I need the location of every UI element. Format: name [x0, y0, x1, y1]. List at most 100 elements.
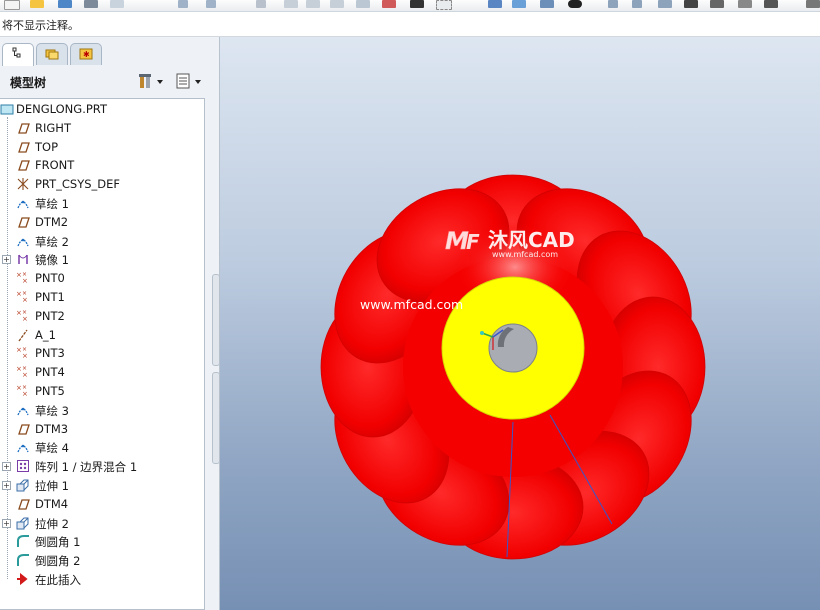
tree-show-button[interactable] [174, 71, 204, 91]
tree-item[interactable]: × × × PNT4 [0, 363, 204, 381]
find-icon[interactable] [410, 0, 424, 8]
tree-item[interactable]: PRT_CSYS_DEF [0, 175, 204, 193]
main-toolbar [0, 0, 820, 12]
saved-views-icon[interactable] [684, 0, 698, 8]
part-icon [0, 104, 14, 115]
tree-item[interactable]: + 拉伸 2 [0, 514, 204, 532]
svg-text:×: × [22, 346, 27, 353]
favorites-tab[interactable]: ✱ [70, 43, 102, 65]
window-icon[interactable] [488, 0, 502, 8]
tree-item[interactable]: TOP [0, 138, 204, 156]
shading-icon[interactable] [568, 0, 582, 8]
tree-item[interactable]: 倒圆角 2 [0, 551, 204, 569]
send-mail-icon[interactable] [110, 0, 124, 8]
cut-icon[interactable] [256, 0, 266, 8]
round-icon [17, 554, 29, 567]
paste-icon[interactable] [306, 0, 320, 8]
panel-splitter-grip[interactable] [212, 372, 220, 464]
watermark-url-small: www.mfcad.com [492, 250, 558, 259]
tree-item[interactable]: DTM2 [0, 213, 204, 231]
model-tree[interactable]: DENGLONG.PRT RIGHT TOP FRONT PRT_CSYS_DEF 草绘 … [0, 98, 205, 610]
model-tree-icon [12, 47, 21, 58]
mirror-icon [18, 255, 28, 265]
model-display-icon[interactable] [764, 0, 778, 8]
svg-text:×: × [16, 309, 22, 317]
svg-text:×: × [22, 271, 27, 278]
tree-item-label: DTM4 [35, 496, 69, 511]
tree-item[interactable]: × × × PNT3 [0, 344, 204, 362]
copy-icon[interactable] [284, 0, 298, 8]
tree-item[interactable]: DTM4 [0, 495, 204, 513]
cap-hole [488, 323, 538, 373]
redo-icon[interactable] [206, 0, 216, 8]
sketch-icon [17, 200, 29, 209]
save-icon[interactable] [58, 0, 72, 8]
edit-icon[interactable] [806, 0, 820, 8]
expand-icon[interactable]: + [2, 255, 11, 265]
tree-item[interactable]: + 镜像 1 [0, 250, 204, 268]
tree-item[interactable]: 草绘 2 [0, 232, 204, 250]
tree-header: 模型树 [0, 66, 219, 96]
tree-item-label: PNT3 [35, 346, 65, 361]
model-tree-tab[interactable] [2, 43, 34, 66]
tree-item[interactable]: 倒圆角 1 [0, 532, 204, 550]
sketch-icon [17, 238, 29, 246]
tree-item[interactable]: × × × PNT5 [0, 382, 204, 400]
insert-here-arrow-icon [17, 572, 28, 586]
datum-plane-icon [18, 123, 30, 134]
refit-icon[interactable] [658, 0, 672, 8]
expand-icon[interactable]: + [2, 518, 11, 528]
watermark-url: www.mfcad.com [360, 297, 463, 312]
repaint-icon[interactable] [512, 0, 526, 8]
tree-item[interactable]: + 拉伸 1 [0, 476, 204, 494]
datum-plane-icon [18, 160, 30, 172]
tree-settings-button[interactable] [138, 71, 166, 91]
tree-item-label: TOP [35, 139, 59, 154]
orient-icon[interactable] [540, 0, 554, 8]
tree-item[interactable]: 在此插入 [0, 570, 204, 588]
graphics-window[interactable]: M F 沐风CAD www.mfcad.com www.mfcad.com [220, 37, 820, 610]
datum-plane-icon [18, 423, 30, 435]
tree-item[interactable]: + 阵列 1 / 边界混合 1 [0, 457, 204, 475]
zoom-out-icon[interactable] [632, 0, 642, 8]
datum-plane-icon [18, 217, 30, 228]
panel-splitter-grip[interactable] [212, 274, 220, 366]
tree-item[interactable]: 草绘 1 [0, 194, 204, 212]
tree-item-label: 草绘 1 [35, 197, 69, 211]
tree-item[interactable]: 草绘 3 [0, 401, 204, 419]
paste-special-icon[interactable] [330, 0, 344, 8]
regen-manager-icon[interactable] [382, 0, 396, 8]
tree-item[interactable]: DENGLONG.PRT [0, 100, 204, 118]
svg-text:×: × [22, 277, 28, 285]
tree-item[interactable]: × × × PNT0 [0, 269, 204, 287]
tree-item[interactable]: A_1 [0, 326, 204, 344]
tree-item-label: 草绘 2 [35, 234, 69, 249]
lantern-model[interactable]: M F 沐风CAD www.mfcad.com www.mfcad.com [220, 37, 820, 610]
folder-browser-tab[interactable] [36, 43, 68, 65]
select-box-icon[interactable] [436, 0, 452, 10]
tree-item[interactable]: RIGHT [0, 119, 204, 137]
expand-icon[interactable]: + [2, 462, 11, 472]
undo-icon[interactable] [178, 0, 188, 8]
svg-text:×: × [22, 365, 27, 372]
open-folder-icon[interactable] [30, 0, 44, 8]
datum-axis-icon [18, 329, 28, 341]
tree-item[interactable]: × × × PNT1 [0, 288, 204, 306]
tree-item[interactable]: 草绘 4 [0, 438, 204, 456]
svg-text:✱: ✱ [83, 50, 90, 59]
new-file-icon[interactable] [4, 0, 20, 10]
tree-item[interactable]: FRONT [0, 156, 204, 174]
datum-point-icon: ××× [16, 309, 28, 323]
tree-item[interactable]: × × × PNT2 [0, 307, 204, 325]
tree-item[interactable]: DTM3 [0, 420, 204, 438]
tree-item-label: DTM3 [35, 421, 69, 436]
tree-item-label: 草绘 4 [35, 441, 69, 456]
regenerate-icon[interactable] [356, 0, 370, 8]
watermark-brand: 沐风CAD [488, 228, 575, 252]
view-manager-icon[interactable] [710, 0, 724, 8]
zoom-in-icon[interactable] [608, 0, 618, 8]
tree-item-label: 倒圆角 1 [35, 535, 81, 550]
print-icon[interactable] [84, 0, 98, 8]
layers-icon[interactable] [738, 0, 752, 8]
expand-icon[interactable]: + [2, 481, 11, 490]
